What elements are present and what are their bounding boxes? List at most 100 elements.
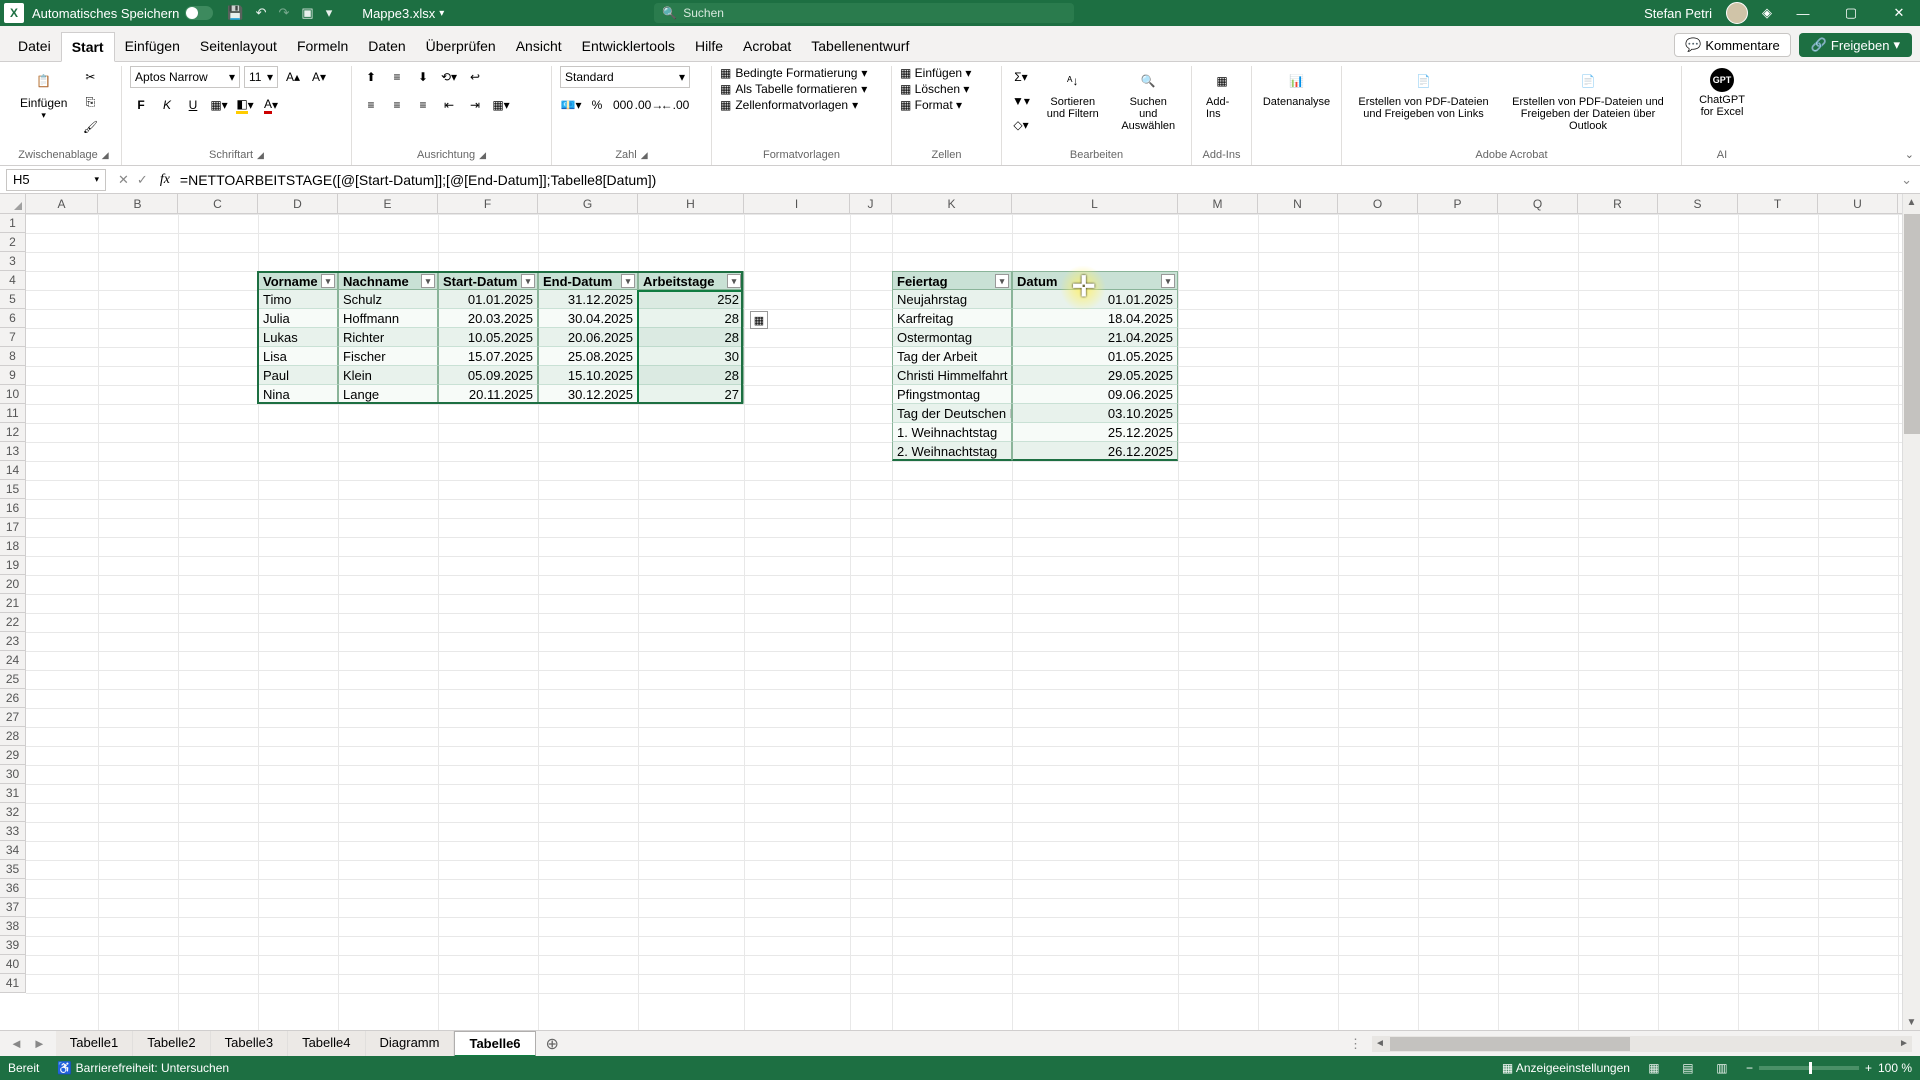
- cell[interactable]: Start-Datum▾: [438, 271, 538, 290]
- filter-icon[interactable]: ▾: [1161, 274, 1175, 288]
- cell[interactable]: 20.06.2025: [538, 328, 638, 347]
- col-header[interactable]: L: [1012, 194, 1178, 213]
- normal-view-icon[interactable]: ▦: [1644, 1060, 1664, 1076]
- cell[interactable]: 27: [638, 385, 744, 404]
- font-name-combo[interactable]: Aptos Narrow▾: [130, 66, 240, 88]
- cell[interactable]: 29.05.2025: [1012, 366, 1178, 385]
- minimize-button[interactable]: —: [1786, 6, 1820, 21]
- conditional-formatting-button[interactable]: ▦Bedingte Formatierung ▾: [720, 66, 867, 80]
- row-header[interactable]: 41: [0, 974, 25, 993]
- format-painter-icon[interactable]: 🖌: [79, 116, 101, 138]
- ribbon-tab-formeln[interactable]: Formeln: [287, 32, 358, 61]
- col-header[interactable]: C: [178, 194, 258, 213]
- row-header[interactable]: 5: [0, 290, 25, 309]
- cell[interactable]: 2. Weihnachtstag: [892, 442, 1012, 461]
- row-header[interactable]: 33: [0, 822, 25, 841]
- col-header[interactable]: S: [1658, 194, 1738, 213]
- expand-formula-bar-icon[interactable]: ⌄: [1893, 172, 1920, 188]
- filter-icon[interactable]: ▾: [995, 274, 1009, 288]
- cell[interactable]: Lisa: [258, 347, 338, 366]
- cell[interactable]: Tag der Deutschen Einheit: [892, 404, 1012, 423]
- search-input[interactable]: [683, 6, 1066, 20]
- add-sheet-button[interactable]: ⊕: [536, 1034, 569, 1054]
- row-header[interactable]: 18: [0, 537, 25, 556]
- cancel-formula-icon[interactable]: ✕: [118, 172, 129, 188]
- spreadsheet-grid[interactable]: ABCDEFGHIJKLMNOPQRSTU 123456789101112131…: [0, 194, 1920, 1032]
- number-format-combo[interactable]: Standard▾: [560, 66, 690, 88]
- data-analysis-button[interactable]: 📊Datenanalyse: [1260, 66, 1333, 110]
- underline-button[interactable]: U: [182, 94, 204, 116]
- col-header[interactable]: R: [1578, 194, 1658, 213]
- fill-icon[interactable]: ▼▾: [1010, 90, 1032, 112]
- row-header[interactable]: 4: [0, 271, 25, 290]
- cut-icon[interactable]: ✂: [79, 66, 101, 88]
- ribbon-tab-datei[interactable]: Datei: [8, 32, 61, 61]
- cell[interactable]: 01.05.2025: [1012, 347, 1178, 366]
- cell[interactable]: 01.01.2025: [1012, 290, 1178, 309]
- italic-button[interactable]: K: [156, 94, 178, 116]
- cell[interactable]: 28: [638, 309, 744, 328]
- row-header[interactable]: 40: [0, 955, 25, 974]
- cell[interactable]: Fischer: [338, 347, 438, 366]
- cells-area[interactable]: Vorname▾Nachname▾Start-Datum▾End-Datum▾A…: [26, 214, 1920, 1032]
- paste-button[interactable]: 📋Einfügen▾: [14, 66, 73, 123]
- merge-icon[interactable]: ▦▾: [490, 94, 512, 116]
- decrease-decimal-icon[interactable]: ←.00: [664, 94, 686, 116]
- cell[interactable]: Nachname▾: [338, 271, 438, 290]
- row-header[interactable]: 3: [0, 252, 25, 271]
- col-header[interactable]: I: [744, 194, 850, 213]
- row-header[interactable]: 13: [0, 442, 25, 461]
- col-header[interactable]: T: [1738, 194, 1818, 213]
- undo-icon[interactable]: ↶: [256, 5, 267, 21]
- cell[interactable]: 25.08.2025: [538, 347, 638, 366]
- fill-color-icon[interactable]: ◧▾: [234, 94, 256, 116]
- row-header[interactable]: 24: [0, 651, 25, 670]
- row-header[interactable]: 1: [0, 214, 25, 233]
- redo-icon[interactable]: ↷: [279, 5, 290, 21]
- close-button[interactable]: ✕: [1882, 5, 1916, 21]
- cell[interactable]: Pfingstmontag: [892, 385, 1012, 404]
- chatgpt-button[interactable]: GPTChatGPT for Excel: [1690, 66, 1754, 120]
- col-header[interactable]: O: [1338, 194, 1418, 213]
- cell[interactable]: Karfreitag: [892, 309, 1012, 328]
- col-header[interactable]: J: [850, 194, 892, 213]
- ribbon-tab-hilfe[interactable]: Hilfe: [685, 32, 733, 61]
- font-color-icon[interactable]: A▾: [260, 94, 282, 116]
- cell[interactable]: 01.01.2025: [438, 290, 538, 309]
- cell[interactable]: 30: [638, 347, 744, 366]
- cell[interactable]: 03.10.2025: [1012, 404, 1178, 423]
- filter-icon[interactable]: ▾: [521, 274, 535, 288]
- row-header[interactable]: 14: [0, 461, 25, 480]
- cell[interactable]: 31.12.2025: [538, 290, 638, 309]
- row-header[interactable]: 34: [0, 841, 25, 860]
- row-header[interactable]: 36: [0, 879, 25, 898]
- row-header[interactable]: 2: [0, 233, 25, 252]
- col-header[interactable]: K: [892, 194, 1012, 213]
- find-select-button[interactable]: 🔍Suchen und Auswählen: [1114, 66, 1184, 134]
- align-top-icon[interactable]: ⬆: [360, 66, 382, 88]
- row-header[interactable]: 30: [0, 765, 25, 784]
- row-header[interactable]: 32: [0, 803, 25, 822]
- row-header[interactable]: 28: [0, 727, 25, 746]
- sort-filter-button[interactable]: ᴬ↓Sortieren und Filtern: [1038, 66, 1108, 122]
- ribbon-tab-seitenlayout[interactable]: Seitenlayout: [190, 32, 287, 61]
- filter-icon[interactable]: ▾: [321, 274, 335, 288]
- cell[interactable]: Julia: [258, 309, 338, 328]
- row-header[interactable]: 37: [0, 898, 25, 917]
- cell[interactable]: 18.04.2025: [1012, 309, 1178, 328]
- diamond-icon[interactable]: ◈: [1762, 5, 1772, 21]
- cells-delete-button[interactable]: ▦ Löschen ▾: [900, 82, 971, 96]
- col-header[interactable]: N: [1258, 194, 1338, 213]
- align-left-icon[interactable]: ≡: [360, 94, 382, 116]
- row-header[interactable]: 8: [0, 347, 25, 366]
- filter-icon[interactable]: ▾: [421, 274, 435, 288]
- cell[interactable]: 28: [638, 328, 744, 347]
- ribbon-tab-überprüfen[interactable]: Überprüfen: [416, 32, 506, 61]
- row-header[interactable]: 15: [0, 480, 25, 499]
- cell[interactable]: 28: [638, 366, 744, 385]
- align-bottom-icon[interactable]: ⬇: [412, 66, 434, 88]
- display-settings[interactable]: ▦ Anzeigeeinstellungen: [1502, 1061, 1630, 1075]
- select-all-corner[interactable]: [0, 194, 26, 214]
- row-header[interactable]: 35: [0, 860, 25, 879]
- cell[interactable]: Schulz: [338, 290, 438, 309]
